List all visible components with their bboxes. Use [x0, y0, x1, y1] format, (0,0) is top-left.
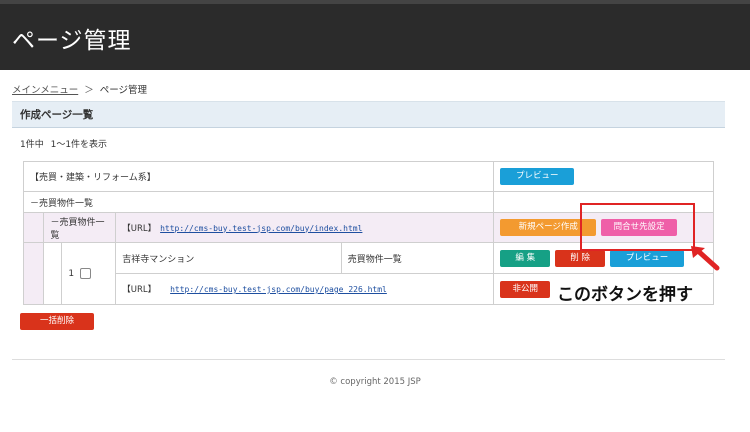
subgroup-label: －売買物件一覧: [43, 212, 117, 243]
category-row: 【売買・建築・リフォーム系】 プレビュー: [22, 161, 714, 192]
page-header: ページ管理: [0, 0, 750, 70]
page-title: ページ管理: [12, 28, 132, 54]
page-select-checkbox[interactable]: [80, 268, 92, 279]
highlight-box: [580, 203, 695, 251]
subgroup-url-tag: 【URL】: [122, 223, 157, 234]
section-title: 作成ページ一覧: [12, 101, 725, 128]
group-label: －売買物件一覧: [22, 191, 495, 213]
private-status-button[interactable]: 非公開: [500, 280, 551, 298]
page-url-link[interactable]: http://cms-buy.test-jsp.com/buy/page_226…: [170, 285, 387, 294]
breadcrumb-separator: ＞: [84, 85, 94, 96]
annotation-text: このボタンを押す: [557, 285, 693, 305]
pointer-arrow-icon: [691, 246, 720, 271]
page-url-tag: 【URL】: [122, 285, 157, 295]
footer-copyright: © copyright 2015 JSP: [329, 377, 421, 387]
breadcrumb: メインメニュー ＞ ページ管理: [12, 82, 147, 96]
category-label: 【売買・建築・リフォーム系】: [22, 161, 495, 192]
subgroup-url-link[interactable]: http://cms-buy.test-jsp.com/buy/index.ht…: [160, 224, 362, 233]
result-count: 1件中 1〜1件を表示: [20, 137, 111, 150]
breadcrumb-current: ページ管理: [99, 85, 148, 96]
page-preview-button[interactable]: プレビュー: [609, 249, 684, 267]
result-range: 1〜1件を表示: [50, 140, 108, 150]
page-number: 1: [68, 269, 75, 279]
result-total: 1件中: [20, 140, 44, 150]
bulk-delete-button[interactable]: 一括削除: [20, 313, 94, 330]
breadcrumb-home-link[interactable]: メインメニュー: [12, 85, 78, 96]
category-preview-button[interactable]: プレビュー: [500, 168, 575, 185]
delete-button[interactable]: 削 除: [555, 249, 606, 267]
page-name: 吉祥寺マンション: [115, 242, 342, 274]
page-type: 売買物件一覧: [340, 242, 495, 274]
footer-divider: [12, 359, 725, 360]
edit-button[interactable]: 編 集: [500, 249, 551, 267]
